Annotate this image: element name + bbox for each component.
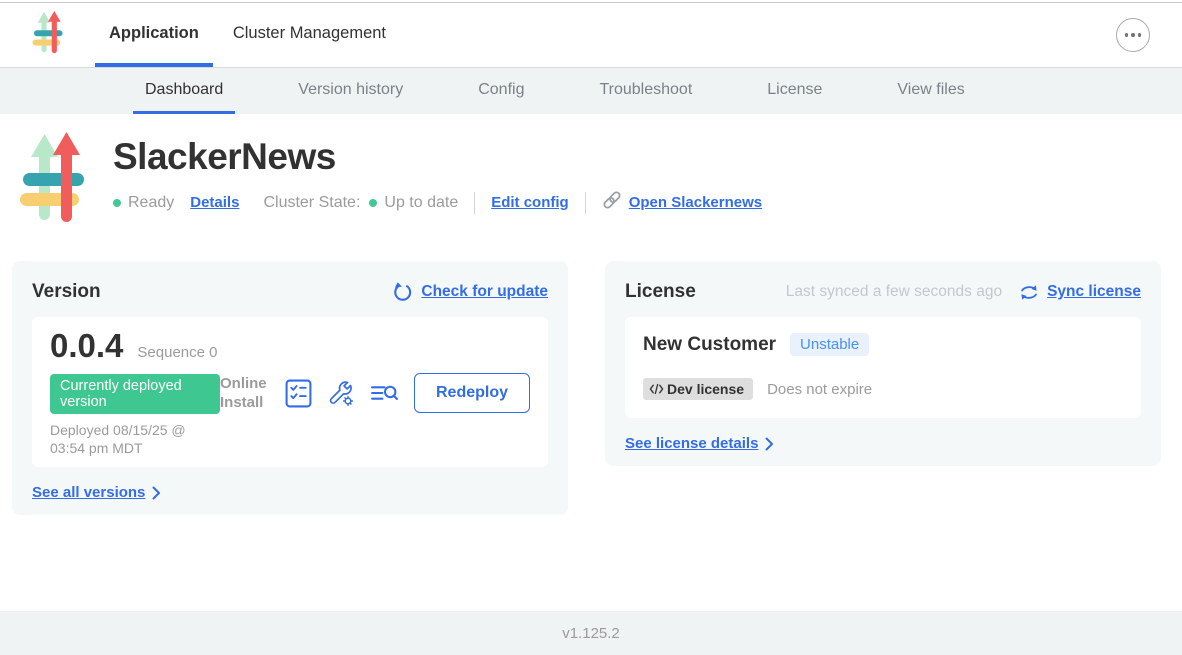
config-wrench-icon[interactable] (327, 379, 355, 407)
license-card-title: License (625, 281, 696, 303)
current-version-panel: 0.0.4 Sequence 0 Currently deployed vers… (32, 317, 548, 467)
tab-config[interactable]: Config (466, 68, 536, 114)
channel-badge: Unstable (790, 333, 869, 356)
chevron-right-icon (152, 486, 161, 500)
console-version: v1.125.2 (562, 625, 620, 642)
see-license-details-text: See license details (625, 435, 758, 452)
cluster-state-label: Cluster State: (263, 194, 360, 212)
see-license-details-link[interactable]: See license details (625, 435, 1141, 452)
refresh-icon (392, 282, 413, 303)
topnav-tab-cluster-management[interactable]: Cluster Management (219, 3, 400, 67)
cluster-state-value: Up to date (384, 194, 458, 212)
app-status-text: Ready (128, 194, 174, 212)
topnav-tab-application[interactable]: Application (95, 3, 213, 67)
check-for-update-text: Check for update (421, 283, 548, 301)
check-for-update-link[interactable]: Check for update (392, 282, 548, 303)
tab-view-files[interactable]: View files (885, 68, 976, 114)
app-header: SlackerNews Ready Details Cluster State:… (0, 132, 1182, 231)
deploy-logs-icon[interactable] (370, 382, 399, 405)
ellipsis-menu-icon (1125, 33, 1142, 37)
top-navigation: Application Cluster Management (0, 3, 1182, 67)
license-type-text: Dev license (667, 381, 744, 397)
dashboard-main: SlackerNews Ready Details Cluster State:… (0, 114, 1182, 611)
slackernews-arrows-icon (20, 132, 86, 226)
version-sequence: Sequence 0 (137, 344, 217, 361)
page-title: SlackerNews (113, 136, 762, 178)
cluster-state-dot (369, 199, 377, 207)
code-icon (649, 383, 664, 395)
open-app-link[interactable]: Open Slackernews (602, 190, 762, 215)
tab-version-history[interactable]: Version history (286, 68, 415, 114)
app-logo-large (20, 132, 86, 231)
tab-dashboard[interactable]: Dashboard (133, 68, 235, 114)
tab-troubleshoot[interactable]: Troubleshoot (587, 68, 704, 114)
app-logo-small[interactable] (32, 3, 64, 67)
sync-license-link[interactable]: Sync license (1019, 283, 1141, 302)
status-details-link[interactable]: Details (190, 194, 239, 211)
app-status-dot (113, 199, 121, 207)
license-type-badge: Dev license (643, 378, 753, 400)
overflow-menu-button[interactable] (1116, 18, 1150, 52)
last-synced-text: Last synced a few seconds ago (786, 283, 1002, 301)
open-app-link-text: Open Slackernews (629, 194, 762, 211)
link-icon (602, 190, 622, 215)
currently-deployed-badge: Currently deployed version (50, 374, 220, 414)
tab-license[interactable]: License (755, 68, 834, 114)
version-card-title: Version (32, 281, 101, 303)
chevron-right-icon (765, 437, 774, 451)
edit-config-link[interactable]: Edit config (491, 194, 569, 211)
version-number: 0.0.4 (50, 329, 123, 363)
sync-arrows-icon (1019, 283, 1039, 302)
divider (585, 192, 586, 214)
license-details-panel: New Customer Unstable Dev license (625, 317, 1141, 418)
see-all-versions-text: See all versions (32, 484, 145, 501)
redeploy-button[interactable]: Redeploy (414, 373, 530, 413)
app-sub-navigation: Dashboard Version history Config Trouble… (0, 67, 1182, 114)
license-expiry: Does not expire (767, 381, 872, 398)
app-status-row: Ready Details Cluster State: Up to date … (113, 190, 762, 215)
install-type-label: Online Install (220, 374, 270, 413)
slackernews-arrows-icon (32, 11, 64, 60)
see-all-versions-link[interactable]: See all versions (32, 484, 548, 501)
preflight-checks-icon[interactable] (285, 379, 312, 408)
sync-license-text: Sync license (1047, 283, 1141, 301)
version-card: Version Check for update (12, 261, 568, 515)
divider (474, 192, 475, 214)
customer-name: New Customer (643, 334, 776, 356)
app-footer: v1.125.2 (0, 611, 1182, 655)
license-card: License Last synced a few seconds ago (605, 261, 1161, 466)
deployed-timestamp: Deployed 08/15/25 @ 03:54 pm MDT (50, 421, 220, 457)
